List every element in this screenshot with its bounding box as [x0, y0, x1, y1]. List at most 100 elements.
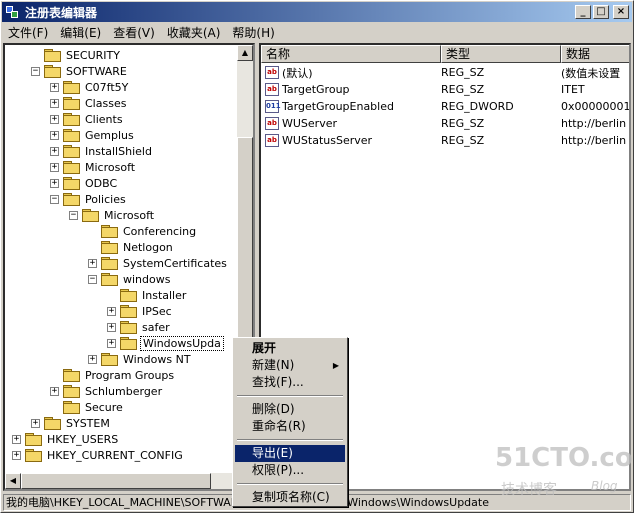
context-menu-item[interactable]: 重命名(R)	[235, 418, 345, 435]
submenu-arrow-icon: ▶	[332, 361, 339, 370]
column-header[interactable]: 类型	[441, 45, 561, 63]
arrow-left-icon: ◀	[9, 476, 17, 485]
column-header[interactable]: 数据	[561, 45, 629, 63]
registry-tree[interactable]: ▲ ◀ SECURITY − SOFTWARE + C07ft5Y + Classes + Cl…	[3, 43, 255, 491]
tree-item-label: Program Groups	[85, 368, 175, 382]
tree-item[interactable]: − Microsoft	[69, 207, 156, 223]
value-type: REG_SZ	[441, 134, 485, 147]
tree-item-label: Windows NT	[123, 352, 191, 366]
tree-item-label: HKEY_USERS	[47, 432, 119, 446]
tree-item-label: SECURITY	[66, 48, 120, 62]
expand-icon[interactable]: +	[50, 146, 59, 156]
expand-icon[interactable]: +	[107, 322, 116, 332]
arrow-up-icon: ▲	[241, 48, 249, 57]
maximize-button[interactable]: □	[593, 5, 609, 19]
collapse-icon[interactable]: −	[69, 210, 78, 220]
list-item[interactable]: ab TargetGroup REG_SZ ITET	[261, 81, 629, 98]
expand-icon[interactable]: +	[12, 450, 21, 460]
tree-item[interactable]: − SOFTWARE	[31, 63, 129, 79]
menu-item-3[interactable]: 收藏夹(A)	[161, 24, 227, 41]
value-name: WUServer	[282, 117, 337, 130]
tree-item[interactable]: + InstallShield	[50, 143, 154, 159]
list-header: 名称 类型 数据	[261, 45, 629, 63]
expand-icon[interactable]: +	[12, 434, 21, 444]
collapse-icon[interactable]: −	[50, 194, 59, 204]
tree-item[interactable]: + ODBC	[50, 175, 119, 191]
tree-item[interactable]: Secure	[50, 399, 125, 415]
tree-item[interactable]: Program Groups	[50, 367, 176, 383]
tree-item[interactable]: + Windows NT	[88, 351, 193, 367]
value-type: REG_SZ	[441, 83, 485, 96]
tree-item[interactable]: − Policies	[50, 191, 128, 207]
tree-item[interactable]: + HKEY_CURRENT_CONFIG	[12, 447, 185, 463]
expand-icon[interactable]: +	[88, 354, 97, 364]
context-menu-item[interactable]: 新建(N) ▶	[235, 357, 345, 374]
expand-icon[interactable]: +	[31, 418, 40, 428]
expand-icon[interactable]: +	[50, 98, 59, 108]
context-menu-item[interactable]: 权限(P)...	[235, 462, 345, 479]
tree-item[interactable]: + IPSec	[107, 303, 174, 319]
list-item[interactable]: 011 TargetGroupEnabled REG_DWORD 0x00000001	[261, 98, 629, 115]
context-menu-item[interactable]: 展开	[235, 340, 345, 357]
tree-item[interactable]: SECURITY	[31, 47, 122, 63]
value-type: REG_SZ	[441, 66, 485, 79]
value-type: REG_DWORD	[441, 100, 514, 113]
value-name: (默认)	[282, 66, 313, 80]
tree-item[interactable]: + C07ft5Y	[50, 79, 130, 95]
list-item[interactable]: ab WUStatusServer REG_SZ http://berlin	[261, 132, 629, 149]
tree-item[interactable]: + Microsoft	[50, 159, 137, 175]
tree-item[interactable]: + SYSTEM	[31, 415, 112, 431]
tree-hscroll-thumb[interactable]	[21, 473, 211, 489]
tree-horizontal-scrollbar[interactable]: ◀	[5, 473, 253, 489]
tree-item[interactable]: Installer	[107, 287, 188, 303]
close-button[interactable]: ×	[613, 5, 629, 19]
column-header[interactable]: 名称	[261, 45, 441, 63]
tree-item[interactable]: − windows	[88, 271, 172, 287]
tree-item-label: Policies	[85, 192, 126, 206]
expand-icon[interactable]: +	[88, 258, 97, 268]
expand-icon[interactable]: +	[107, 338, 116, 348]
scroll-up-button[interactable]: ▲	[237, 45, 253, 61]
tree-item-label: Netlogon	[123, 240, 173, 254]
scroll-left-button[interactable]: ◀	[5, 473, 21, 489]
context-menu-item[interactable]: 删除(D)	[235, 401, 345, 418]
value-name: TargetGroup	[282, 83, 350, 96]
list-item[interactable]: ab (默认) REG_SZ (数值未设置	[261, 64, 629, 81]
tree-item[interactable]: + Clients	[50, 111, 125, 127]
tree-item[interactable]: + Gemplus	[50, 127, 136, 143]
menu-item-0[interactable]: 文件(F)	[2, 24, 54, 41]
expand-icon[interactable]: +	[50, 178, 59, 188]
expand-icon[interactable]: +	[107, 306, 116, 316]
tree-item[interactable]: + HKEY_USERS	[12, 431, 120, 447]
collapse-icon[interactable]: −	[88, 274, 97, 284]
tree-item[interactable]: + safer	[107, 319, 172, 335]
tree-item[interactable]: + Schlumberger	[50, 383, 164, 399]
maximize-icon: □	[596, 6, 606, 17]
expand-icon[interactable]: +	[50, 82, 59, 92]
expand-icon[interactable]: +	[50, 162, 59, 172]
context-menu: 展开 新建(N) ▶ 查找(F)... 删除(D) 重命名(R) 导出(E) 权限(P)...…	[232, 337, 348, 507]
context-menu-item[interactable]: 查找(F)...	[235, 374, 345, 391]
binary-value-icon: 011	[265, 100, 281, 113]
expand-icon[interactable]: +	[50, 386, 59, 396]
collapse-icon[interactable]: −	[31, 66, 40, 76]
context-menu-label: 重命名(R)	[252, 419, 306, 433]
minimize-button[interactable]: _	[575, 5, 591, 19]
folder-icon	[120, 305, 137, 318]
tree-item[interactable]: + SystemCertificates	[88, 255, 229, 271]
expand-icon[interactable]: +	[50, 130, 59, 140]
context-menu-item[interactable]: 复制项名称(C)	[235, 489, 345, 506]
menu-item-4[interactable]: 帮助(H)	[226, 24, 280, 41]
tree-item-label: Secure	[85, 400, 123, 414]
expand-icon[interactable]: +	[50, 114, 59, 124]
menu-item-1[interactable]: 编辑(E)	[54, 24, 107, 41]
menu-item-2[interactable]: 查看(V)	[107, 24, 161, 41]
tree-item[interactable]: Netlogon	[88, 239, 175, 255]
title-bar[interactable]: 注册表编辑器 _ □ ×	[2, 2, 632, 22]
list-item[interactable]: ab WUServer REG_SZ http://berlin	[261, 115, 629, 132]
tree-item[interactable]: + WindowsUpda	[107, 335, 224, 351]
context-menu-item[interactable]: 导出(E)	[235, 445, 345, 462]
folder-icon	[63, 113, 80, 126]
tree-item[interactable]: Conferencing	[88, 223, 198, 239]
tree-item[interactable]: + Classes	[50, 95, 128, 111]
